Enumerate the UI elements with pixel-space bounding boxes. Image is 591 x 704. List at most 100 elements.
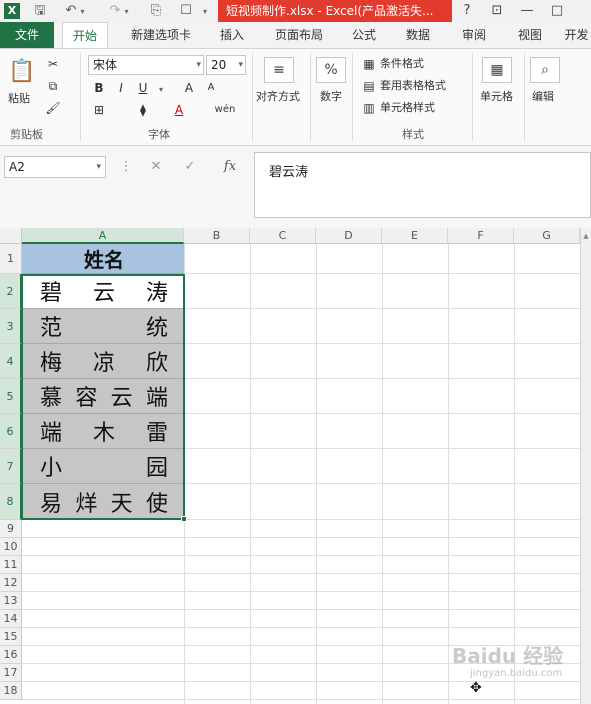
row-header-1[interactable]: 1 [0, 244, 22, 274]
ribbon-display-button[interactable]: ⊡ [488, 2, 506, 20]
row-header-11[interactable]: 11 [0, 556, 22, 574]
cell-a3[interactable]: 范 统 [22, 309, 184, 344]
tab-view[interactable]: 视图 [508, 22, 552, 48]
tab-developer[interactable]: 开发 [562, 22, 591, 48]
fill-handle[interactable] [181, 516, 187, 522]
column-header-e[interactable]: E [382, 228, 448, 244]
font-name-select[interactable]: 宋体 ▾ [88, 55, 204, 75]
row-header-16[interactable]: 16 [0, 646, 22, 664]
save-icon[interactable]: 🖫 [30, 2, 50, 20]
cell-a1[interactable]: 姓名 [22, 244, 184, 274]
format-painter-icon[interactable]: 🖌 [44, 99, 62, 117]
shrink-font-button[interactable]: A [202, 79, 220, 97]
minimize-button[interactable]: — [518, 2, 536, 20]
ribbon-tabs: 文件 开始 新建选项卡 插入 页面布局 公式 数据 审阅 视图 开发 [0, 22, 591, 48]
quick-access-icon-2[interactable]: ☐ [176, 2, 196, 20]
cell-a5[interactable]: 慕 容 云 端 [22, 379, 184, 414]
redo-icon[interactable]: ↷ ▾ [104, 2, 134, 20]
name-char: 端 [40, 421, 63, 446]
scroll-up-icon[interactable]: ▲ [581, 230, 591, 242]
alignment-button[interactable]: 对齐方式 [256, 89, 300, 105]
cell-a7[interactable]: 小 园 [22, 449, 184, 484]
font-size-select[interactable]: 20 ▾ [206, 55, 246, 75]
column-header-f[interactable]: F [448, 228, 514, 244]
cell-a8[interactable]: 易 烊 天 使 [22, 484, 184, 520]
row-header-7[interactable]: 7 [0, 449, 22, 484]
cancel-icon[interactable]: ✕ [146, 158, 166, 176]
select-all-button[interactable] [0, 228, 22, 244]
watermark-logo: Baidu 经验 [452, 644, 564, 668]
tab-data[interactable]: 数据 [396, 22, 440, 48]
italic-button[interactable]: I [112, 79, 130, 97]
fill-color-icon[interactable]: ⧫ [134, 101, 152, 119]
row-header-15[interactable]: 15 [0, 628, 22, 646]
row-header-9[interactable]: 9 [0, 520, 22, 538]
row-header-2[interactable]: 2 [0, 274, 22, 309]
underline-button[interactable]: U [134, 79, 152, 97]
row-header-3[interactable]: 3 [0, 309, 22, 344]
tab-page-layout[interactable]: 页面布局 [266, 22, 332, 48]
binoculars-icon[interactable]: ⌕ [530, 57, 560, 83]
undo-icon[interactable]: ↶ ▾ [60, 2, 90, 20]
name-char: 园 [145, 456, 168, 481]
name-char: 梅 [40, 351, 63, 376]
conditional-format-button[interactable]: 条件格式 [380, 56, 424, 72]
phonetic-button[interactable]: wén [212, 101, 238, 119]
cut-icon[interactable]: ✂ [44, 55, 62, 73]
format-as-table-button[interactable]: 套用表格格式 [380, 78, 446, 94]
column-header-c[interactable]: C [250, 228, 316, 244]
tab-home[interactable]: 开始 [62, 22, 108, 48]
row-header-18[interactable]: 18 [0, 682, 22, 700]
row-header-10[interactable]: 10 [0, 538, 22, 556]
tab-insert[interactable]: 插入 [210, 22, 254, 48]
paste-icon[interactable]: 📋 [8, 57, 35, 87]
vertical-scrollbar[interactable]: ▲ [580, 228, 591, 704]
document-title: 短视频制作.xlsx - Excel(产品激活失... [218, 0, 452, 22]
restore-button[interactable]: □ [548, 2, 566, 20]
tab-review[interactable]: 审阅 [452, 22, 496, 48]
formula-input[interactable]: 碧云涛 [254, 152, 591, 218]
editing-button[interactable]: 编辑 [532, 89, 554, 105]
name-char: 慕 [40, 386, 63, 411]
column-header-a[interactable]: A [22, 228, 184, 244]
paste-button[interactable]: 粘贴 [8, 91, 30, 107]
font-color-button[interactable]: A [170, 101, 188, 119]
column-header-b[interactable]: B [184, 228, 250, 244]
row-header-17[interactable]: 17 [0, 664, 22, 682]
row-header-5[interactable]: 5 [0, 379, 22, 414]
row-header-14[interactable]: 14 [0, 610, 22, 628]
column-header-g[interactable]: G [514, 228, 580, 244]
row-header-8[interactable]: 8 [0, 484, 22, 520]
clipboard-group-label: 剪贴板 [10, 128, 43, 141]
alignment-icon[interactable]: ≡ [264, 57, 294, 83]
borders-icon[interactable]: ⊞ [90, 101, 108, 119]
grow-font-button[interactable]: A [180, 79, 198, 97]
bold-button[interactable]: B [90, 79, 108, 97]
number-button[interactable]: 数字 [320, 89, 342, 105]
tab-new[interactable]: 新建选项卡 [122, 22, 200, 48]
name-char: 云 [110, 386, 133, 411]
quick-access-icon-1[interactable]: ⎘ [146, 2, 166, 20]
cell-a2[interactable]: 碧 云 涛 [22, 274, 184, 309]
row-header-13[interactable]: 13 [0, 592, 22, 610]
copy-icon[interactable]: ⧉ [44, 77, 62, 95]
help-button[interactable]: ? [458, 2, 476, 20]
tab-formulas[interactable]: 公式 [342, 22, 386, 48]
customize-quick-access-icon[interactable]: ▾ [198, 2, 212, 20]
enter-icon[interactable]: ✓ [180, 158, 200, 176]
row-header-6[interactable]: 6 [0, 414, 22, 449]
name-char: 涛 [145, 281, 168, 306]
cell-a6[interactable]: 端 木 雷 [22, 414, 184, 449]
cells-icon[interactable]: ▦ [482, 57, 512, 83]
underline-dropdown-icon[interactable]: ▾ [152, 79, 170, 97]
tab-file[interactable]: 文件 [0, 22, 54, 48]
column-header-d[interactable]: D [316, 228, 382, 244]
number-format-icon[interactable]: % [316, 57, 346, 83]
cell-a4[interactable]: 梅 凉 欣 [22, 344, 184, 379]
row-header-4[interactable]: 4 [0, 344, 22, 379]
cell-styles-button[interactable]: 单元格样式 [380, 100, 435, 116]
insert-function-icon[interactable]: fx [220, 158, 240, 176]
cells-button[interactable]: 单元格 [480, 89, 513, 105]
name-box[interactable]: A2 ▾ [4, 156, 106, 178]
row-header-12[interactable]: 12 [0, 574, 22, 592]
